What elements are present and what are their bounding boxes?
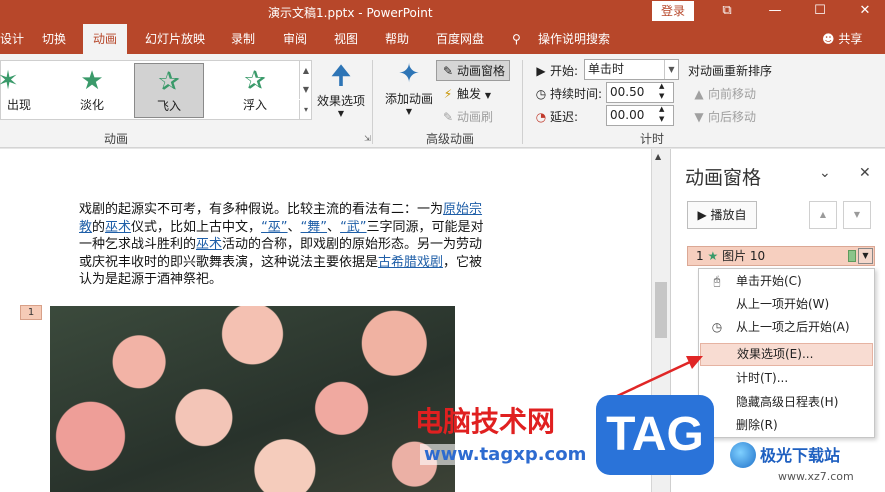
watermark-jg-site: 极光下载站 [760,446,841,465]
watermark-tag-logo: TAG [596,395,714,475]
watermark-jg-logo-icon [730,442,756,468]
watermark-url: www.tagxp.com [420,444,591,465]
watermark-jg-url: www.xz7.com [778,470,854,483]
watermark-cn-site: 电脑技术网 [415,405,556,438]
